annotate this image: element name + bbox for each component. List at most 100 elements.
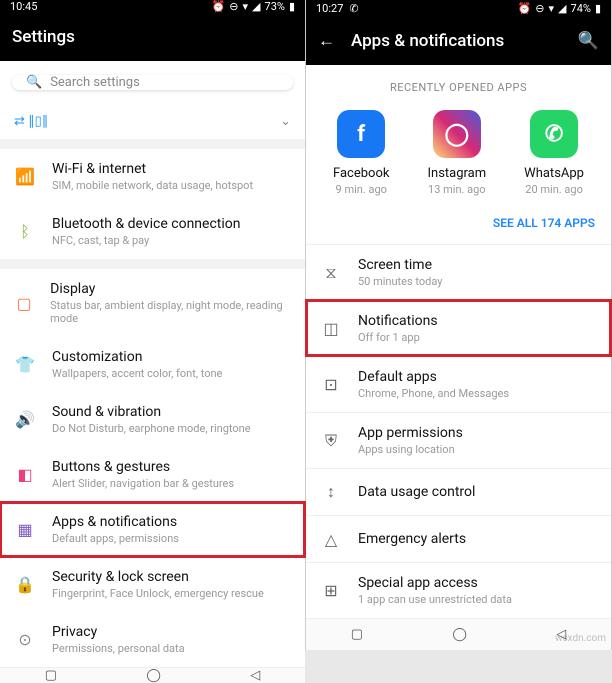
recent-app-facebook[interactable]: f Facebook 9 min. ago	[333, 110, 389, 196]
recent-apps-label: RECENTLY OPENED APPS	[306, 65, 611, 104]
item-icon: ▦	[14, 519, 36, 541]
item-title: Notifications	[358, 313, 438, 329]
status-icons: ⏰ ⊖ ▾ ◢ 74% ▮	[518, 2, 601, 15]
item-icon: 👕	[14, 354, 36, 376]
nav-home-icon[interactable]: ◯	[452, 627, 467, 642]
item-subtitle: Chrome, Phone, and Messages	[358, 387, 509, 400]
wifi-icon: ▾	[549, 2, 555, 15]
whatsapp-notif-icon: ✆	[349, 2, 358, 15]
item-icon: ▢	[14, 292, 34, 314]
item-icon: 📶	[14, 166, 36, 188]
settings-item-wi-fi-internet[interactable]: 📶 Wi-Fi & internet SIM, mobile network, da…	[0, 149, 305, 204]
page-title: Settings	[0, 13, 305, 61]
app-time: 9 min. ago	[333, 183, 389, 196]
item-subtitle: Status bar, ambient display, night mode,…	[50, 299, 291, 325]
settings-item-buttons-gestures[interactable]: ◧Buttons & gesturesAlert Slider, navigat…	[0, 447, 305, 502]
settings-item-privacy[interactable]: ⊙PrivacyPermissions, personal data	[0, 612, 305, 667]
phone-settings: 10:45 ⏰ ⊖ ▾ ◢ 73% ▮ Settings 🔍 Search se…	[0, 0, 306, 650]
item-title: Wi-Fi & internet	[52, 161, 253, 177]
search-input[interactable]: 🔍 Search settings	[12, 75, 293, 90]
app-icon: ✆	[530, 110, 578, 158]
settings-list: 📶 Wi-Fi & internet SIM, mobile network, da…	[0, 139, 305, 667]
alarm-icon: ⏰	[212, 0, 226, 13]
battery-icon: ▮	[595, 2, 601, 15]
settings-item-bluetooth-device-connection[interactable]: ᛒBluetooth & device connectionNFC, cast,…	[0, 204, 305, 259]
settings-item-special-app-access[interactable]: ⊞ Special app access 1 app can use unrestr…	[306, 562, 611, 618]
nav-back-icon[interactable]: ▢	[351, 627, 363, 642]
settings-item-sound-vibration[interactable]: 🔊Sound & vibrationDo Not Disturb, earpho…	[0, 392, 305, 447]
item-title: Data usage control	[358, 484, 475, 500]
item-title: Emergency alerts	[358, 531, 466, 547]
phone-apps-notifications: 10:27 ✆ ⏰ ⊖ ▾ ◢ 74% ▮ ← Apps & notificat…	[306, 0, 612, 650]
settings-item-apps-notifications[interactable]: ▦ Apps & notifications Default apps, permi…	[0, 502, 305, 557]
settings-item-screen-time[interactable]: ⧖Screen time50 minutes today	[306, 244, 611, 300]
settings-item-app-permissions[interactable]: ⛨App permissionsApps using location	[306, 412, 611, 468]
dnd-icon: ⊖	[535, 2, 544, 15]
item-icon: ◧	[14, 464, 36, 486]
item-title: Apps & notifications	[52, 514, 179, 530]
app-name: Instagram	[427, 166, 486, 181]
back-icon[interactable]: ←	[318, 31, 335, 51]
item-subtitle: Default apps, permissions	[52, 532, 179, 545]
item-title: Bluetooth & device connection	[52, 216, 241, 232]
see-all-apps[interactable]: SEE ALL 174 APPS	[306, 206, 611, 244]
app-time: 20 min. ago	[524, 183, 584, 196]
quick-toggle-row[interactable]: ⇄ ∥▯∥ ⌄	[0, 104, 305, 139]
item-title: Default apps	[358, 369, 509, 385]
settings-item-customization[interactable]: 👕 Customization Wallpapers, accent color, …	[0, 337, 305, 392]
nav-back-icon[interactable]: ▢	[45, 668, 57, 683]
settings-item-security-lock-screen[interactable]: 🔒Security & lock screenFingerprint, Face…	[0, 557, 305, 612]
nav-bar: ▢ ◯ ◁	[0, 667, 305, 683]
status-icons: ⏰ ⊖ ▾ ◢ 73% ▮	[212, 0, 295, 13]
settings-item-data-usage-control[interactable]: ↕Data usage control	[306, 468, 611, 515]
item-subtitle: Permissions, personal data	[52, 642, 185, 655]
app-icon: f	[337, 110, 385, 158]
item-subtitle: Wallpapers, accent color, font, tone	[52, 367, 222, 380]
page-title: Apps & notifications	[351, 31, 504, 51]
signal-icon: ◢	[252, 0, 260, 13]
item-title: Special app access	[358, 575, 512, 591]
item-icon: △	[320, 528, 342, 550]
settings-item-display[interactable]: ▢ Display Status bar, ambient display, nig…	[0, 269, 305, 337]
status-bar: 10:27 ✆ ⏰ ⊖ ▾ ◢ 74% ▮	[306, 0, 611, 17]
item-subtitle: Do Not Disturb, earphone mode, ringtone	[52, 422, 251, 435]
signal-icon: ◢	[558, 2, 566, 15]
header: ← Apps & notifications 🔍	[306, 17, 611, 65]
item-icon: ⧖	[320, 262, 342, 284]
alarm-icon: ⏰	[518, 2, 532, 15]
chevron-down-icon: ⌄	[280, 114, 291, 129]
item-icon: ⊞	[320, 580, 342, 602]
item-title: Sound & vibration	[52, 404, 251, 420]
nav-recent-icon[interactable]: ◁	[250, 668, 260, 683]
item-subtitle: Apps using location	[358, 443, 463, 456]
wifi-icon: ▾	[243, 0, 249, 13]
status-time: 10:45	[10, 0, 37, 13]
item-subtitle: SIM, mobile network, data usage, hotspot	[52, 179, 253, 192]
search-icon[interactable]: 🔍	[578, 31, 599, 51]
item-icon: ⊙	[14, 629, 36, 651]
item-title: Display	[50, 281, 291, 297]
item-subtitle: Off for 1 app	[358, 331, 438, 344]
app-name: Facebook	[333, 166, 389, 181]
dnd-icon: ⊖	[229, 0, 238, 13]
settings-list: ⧖Screen time50 minutes today◫Notificatio…	[306, 244, 611, 618]
status-time: 10:27	[316, 2, 343, 15]
battery-icon: ▮	[289, 0, 295, 13]
sim-icon: ⇄	[14, 114, 25, 129]
recent-app-instagram[interactable]: ◯Instagram13 min. ago	[427, 110, 486, 196]
item-title: Screen time	[358, 257, 442, 273]
settings-item-emergency-alerts[interactable]: △ Emergency alerts	[306, 515, 611, 562]
recent-app-whatsapp[interactable]: ✆WhatsApp20 min. ago	[524, 110, 584, 196]
item-icon: ᛒ	[14, 221, 36, 243]
settings-item-default-apps[interactable]: ⊡Default appsChrome, Phone, and Messages	[306, 356, 611, 412]
item-title: Buttons & gestures	[52, 459, 234, 475]
item-title: Customization	[52, 349, 222, 365]
nav-home-icon[interactable]: ◯	[146, 668, 161, 683]
item-icon: ⛨	[320, 430, 342, 452]
item-icon: 🔒	[14, 574, 36, 596]
battery-pct: 73%	[265, 0, 285, 13]
item-subtitle: Fingerprint, Face Unlock, emergency resc…	[52, 587, 264, 600]
search-placeholder: Search settings	[50, 75, 140, 90]
settings-item-notifications[interactable]: ◫NotificationsOff for 1 app	[306, 300, 611, 356]
item-subtitle: 1 app can use unrestricted data	[358, 593, 512, 606]
